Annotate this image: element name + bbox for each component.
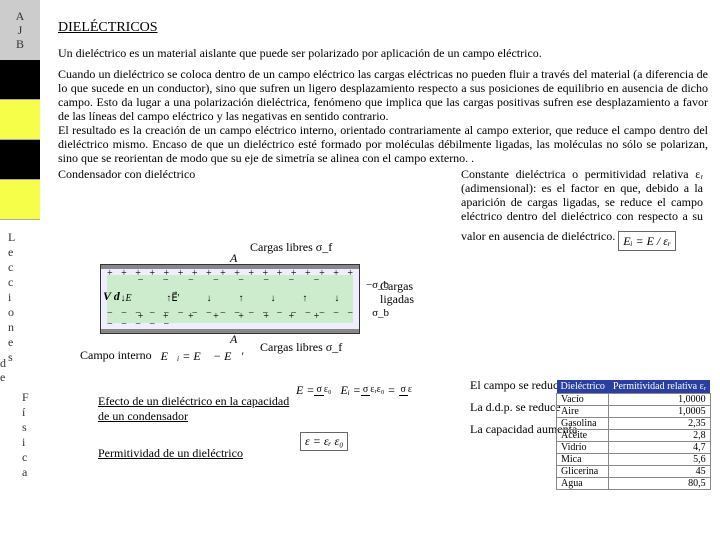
link-permitividad[interactable]: Permitividad de un dieléctrico (98, 446, 298, 461)
init-b: B (16, 37, 24, 51)
table-row: Vacío1,0000 (557, 394, 711, 406)
eq-block: E =σε₀ Eᵢ =σεᵣε₀ = σε (296, 382, 412, 398)
table-row: Mica5,6 (557, 454, 711, 466)
sigma-b-pos: σ_b (372, 307, 389, 319)
table-row: Gasolina2,35 (557, 418, 711, 430)
sidebar-initials: A J B (0, 0, 40, 60)
eq-ei: E⃗ᵢ = E⃗ − E⃗' (161, 349, 244, 363)
link-efecto[interactable]: Efecto de un dieléctrico en la capacidad… (98, 394, 298, 424)
label-A-top: A (230, 251, 237, 266)
intro-text: Un dieléctrico es un material aislante q… (58, 46, 708, 61)
cargas-libres-bot: Cargas libres σ_f (260, 340, 342, 355)
sb-blk2 (0, 100, 40, 140)
sidebar-fisica: Física (22, 390, 29, 480)
campo-interno-label: Campo interno (80, 348, 152, 362)
permittivity-table: DieléctricoPermitividad relativa εᵣ Vací… (556, 380, 711, 490)
campo-interno-row: Campo interno E⃗ᵢ = E⃗ − E⃗' (80, 348, 243, 364)
capacitor-diagram: A + + + + + + + + + + + + + + + + + + + … (100, 264, 360, 334)
table-row: Aceite2,8 (557, 430, 711, 442)
table-row: Agua80,5 (557, 478, 711, 490)
vd-label: V d (103, 289, 120, 304)
init-j: J (18, 23, 23, 37)
cargas-libres-label: Cargas libres σ_f (250, 240, 332, 255)
sb-blk4 (0, 180, 40, 220)
sidebar-lecciones: Lecciones (8, 230, 15, 365)
label-A-bot: A (230, 332, 237, 347)
main-content: DIELÉCTRICOS Un dieléctrico es un materi… (58, 20, 708, 251)
eq-eps: ε = εᵣ ε₀ (300, 432, 348, 451)
table-row: Glicerina45 (557, 466, 711, 478)
sb-blk1 (0, 60, 40, 100)
cargas-ligadas-label: Cargas ligadas (380, 280, 414, 306)
txt-campo-reduce: El campo se reduce (470, 378, 564, 393)
sb-blk3 (0, 140, 40, 180)
sidebar: A J B (0, 0, 40, 540)
minus-row: − − − − − − − − (107, 275, 353, 287)
table-row: Vidrio4,7 (557, 442, 711, 454)
txt-ddp-reduce: La d.d.p. se reduce (470, 400, 561, 415)
right-column: Constante dieléctrica o permitividad rel… (453, 167, 703, 251)
body-text-2: El resultado es la creación de un campo … (58, 123, 708, 165)
minus-row-bot: − − − − − − − − − − − − − − − − − − − − … (107, 308, 359, 330)
condensador-label: Condensador con dieléctrico (58, 167, 453, 182)
body-text-1: Cuando un dieléctrico se coloca dentro d… (58, 67, 708, 123)
table-row: Aire1,0005 (557, 406, 711, 418)
th-diel: Dieléctrico (557, 380, 609, 394)
sidebar-de: de (0, 356, 6, 384)
left-column: Condensador con dieléctrico (58, 167, 453, 251)
init-a: A (16, 9, 25, 23)
th-er: Permitividad relativa εᵣ (609, 380, 710, 394)
eq-ei-er: Eᵢ = E / εᵣ (618, 231, 676, 251)
page-title: DIELÉCTRICOS (58, 20, 708, 36)
